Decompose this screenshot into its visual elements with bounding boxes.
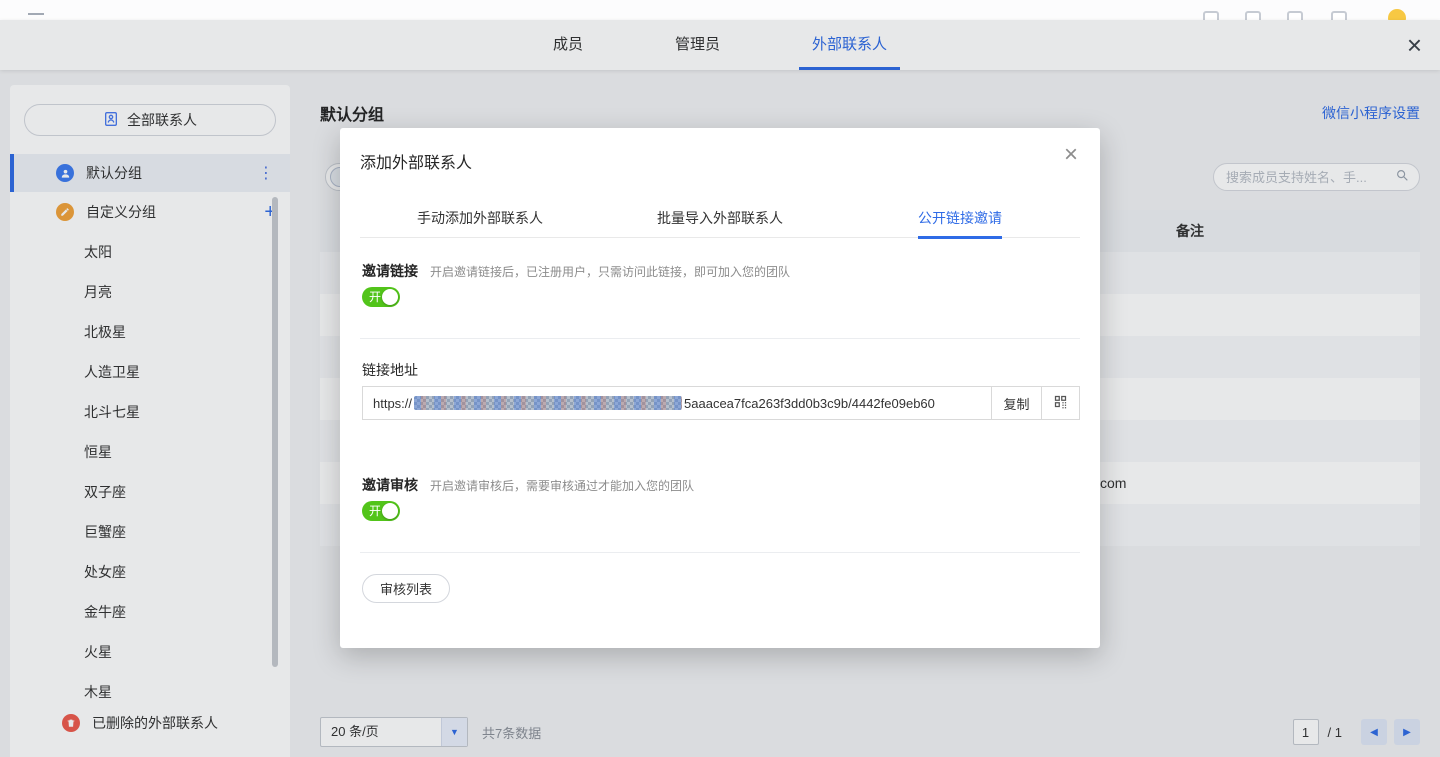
toggle-knob [382, 503, 398, 519]
copy-button[interactable]: 复制 [992, 386, 1042, 420]
modal-title: 添加外部联系人 [360, 149, 472, 173]
invite-review-toggle[interactable]: 开 [362, 501, 400, 521]
invite-link-label: 邀请链接 [362, 261, 418, 281]
tab-manual-add[interactable]: 手动添加外部联系人 [360, 198, 600, 237]
url-prefix: https:// [373, 396, 412, 411]
qr-code-icon [1053, 394, 1068, 412]
toggle-on-label: 开 [369, 505, 381, 517]
app-root: 成员 管理员 外部联系人 × 全部联系人 [0, 0, 1440, 757]
review-list-button[interactable]: 审核列表 [362, 574, 450, 603]
tab-manual-add-label: 手动添加外部联系人 [417, 210, 543, 226]
modal-close-icon[interactable]: × [1064, 143, 1078, 167]
invite-review-description: 开启邀请审核后，需要审核通过才能加入您的团队 [430, 477, 694, 494]
link-address-label: 链接地址 [362, 360, 418, 380]
top-strip-icon [1331, 11, 1347, 20]
qr-code-button[interactable] [1042, 386, 1080, 420]
invite-review-label: 邀请审核 [362, 475, 418, 495]
active-tab-underline [918, 236, 1002, 239]
avatar [1388, 9, 1406, 20]
toggle-on-label: 开 [369, 291, 381, 303]
invite-link-description: 开启邀请链接后，已注册用户，只需访问此链接，即可加入您的团队 [430, 263, 790, 280]
invite-review-section: 邀请审核 开启邀请审核后，需要审核通过才能加入您的团队 [362, 475, 1080, 495]
modal-tabs: 手动添加外部联系人 批量导入外部联系人 公开链接邀请 [360, 198, 1080, 238]
tab-public-link-invite[interactable]: 公开链接邀请 [840, 198, 1080, 237]
link-address-group: https:// 5aaacea7fca263f3dd0b3c9b/4442fe… [362, 386, 1080, 420]
url-redacted-mosaic [414, 396, 682, 410]
top-strip-icon [1245, 11, 1261, 20]
invite-link-section: 邀请链接 开启邀请链接后，已注册用户，只需访问此链接，即可加入您的团队 [362, 261, 1080, 281]
invite-link-toggle[interactable]: 开 [362, 287, 400, 307]
tab-public-link-invite-label: 公开链接邀请 [918, 210, 1002, 226]
top-strip-icon [1287, 11, 1303, 20]
add-external-contact-modal: 添加外部联系人 × 手动添加外部联系人 批量导入外部联系人 公开链接邀请 邀请链… [340, 128, 1100, 648]
toggle-knob [382, 289, 398, 305]
tab-batch-import[interactable]: 批量导入外部联系人 [600, 198, 840, 237]
hamburger-icon [28, 13, 44, 20]
top-strip-icon [1203, 11, 1219, 20]
invite-link-input[interactable]: https:// 5aaacea7fca263f3dd0b3c9b/4442fe… [362, 386, 992, 420]
top-strip [0, 0, 1440, 20]
tab-batch-import-label: 批量导入外部联系人 [657, 210, 783, 226]
url-tail: 5aaacea7fca263f3dd0b3c9b/4442fe09eb60 [684, 396, 935, 411]
divider [360, 552, 1080, 553]
divider [360, 338, 1080, 339]
